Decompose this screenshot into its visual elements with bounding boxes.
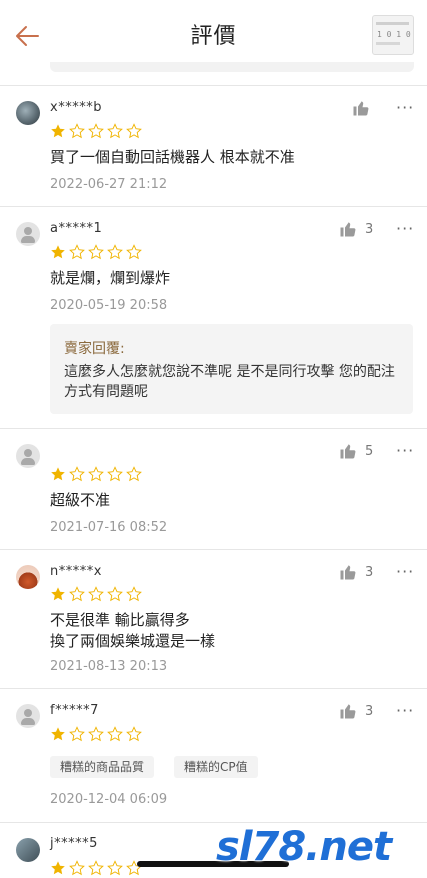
star-rating bbox=[50, 860, 142, 876]
review-text: 買了一個自動回話機器人 根本就不准 bbox=[50, 148, 295, 166]
review-username: a*****1 bbox=[50, 221, 103, 236]
watermark-text: sl78.net bbox=[216, 824, 392, 870]
star-icon bbox=[126, 244, 142, 260]
like-count: 3 bbox=[365, 564, 374, 580]
review-timestamp: 2021-07-16 08:52 bbox=[50, 520, 168, 535]
review-username: n*****x bbox=[50, 564, 102, 579]
star-icon bbox=[69, 726, 85, 742]
star-icon bbox=[88, 466, 104, 482]
star-icon bbox=[69, 586, 85, 602]
star-icon bbox=[69, 860, 85, 876]
like-button[interactable] bbox=[352, 99, 378, 117]
star-icon bbox=[51, 727, 65, 741]
review-text-line: 不是很準 輸比贏得多 bbox=[50, 611, 190, 629]
product-thumbnail-text: 1 0 1 0 bbox=[377, 30, 411, 39]
like-button[interactable]: 3 bbox=[339, 220, 373, 238]
star-icon bbox=[126, 123, 142, 139]
thumbs-up-icon bbox=[340, 444, 356, 459]
page-title: 評價 bbox=[190, 24, 237, 49]
like-count: 3 bbox=[365, 221, 374, 237]
seller-reply: 賣家回覆: 這麼多人怎麼就您說不準呢 是不是同行攻擊 您的配注方式有問題呢 bbox=[50, 324, 413, 414]
star-icon bbox=[107, 466, 123, 482]
product-thumbnail[interactable]: 1 0 1 0 bbox=[372, 15, 414, 55]
thumbs-up-icon bbox=[340, 704, 356, 719]
star-icon bbox=[51, 467, 65, 481]
review-text: 就是爛，爛到爆炸 bbox=[50, 269, 171, 287]
star-icon bbox=[107, 244, 123, 260]
star-icon bbox=[88, 586, 104, 602]
review-text-line: 換了兩個娛樂城還是一樣 bbox=[50, 632, 216, 650]
review-tag: 糟糕的CP值 bbox=[174, 756, 258, 778]
avatar[interactable] bbox=[16, 565, 40, 589]
star-icon bbox=[126, 726, 142, 742]
star-icon bbox=[126, 586, 142, 602]
divider bbox=[0, 549, 427, 550]
star-icon bbox=[107, 726, 123, 742]
star-icon bbox=[126, 466, 142, 482]
star-icon bbox=[107, 123, 123, 139]
thumbs-up-icon bbox=[340, 565, 356, 580]
star-rating bbox=[50, 586, 142, 602]
star-rating bbox=[50, 466, 142, 482]
like-button[interactable]: 3 bbox=[339, 702, 373, 720]
star-icon bbox=[69, 466, 85, 482]
divider bbox=[0, 688, 427, 689]
review-username: x*****b bbox=[50, 100, 102, 115]
review-tag: 糟糕的商品品質 bbox=[50, 756, 155, 778]
thumbs-up-icon bbox=[340, 222, 356, 237]
divider bbox=[0, 85, 427, 86]
star-icon bbox=[88, 726, 104, 742]
review-timestamp: 2020-05-19 20:58 bbox=[50, 298, 168, 313]
star-icon bbox=[51, 587, 65, 601]
like-count: 3 bbox=[365, 703, 374, 719]
divider bbox=[0, 428, 427, 429]
avatar[interactable] bbox=[16, 101, 40, 125]
review-username: f*****7 bbox=[50, 703, 99, 718]
review-username: j*****5 bbox=[50, 836, 98, 851]
like-count: 5 bbox=[365, 443, 374, 459]
previous-item-edge bbox=[50, 62, 414, 72]
star-rating bbox=[50, 123, 142, 139]
more-dots-icon[interactable]: ··· bbox=[396, 564, 414, 580]
divider bbox=[0, 822, 427, 823]
header-bar: 評價 1 0 1 0 bbox=[0, 0, 427, 66]
star-icon bbox=[51, 124, 65, 138]
default-avatar-icon[interactable] bbox=[16, 222, 40, 246]
like-button[interactable]: 5 bbox=[339, 442, 373, 460]
thumbs-up-icon bbox=[353, 101, 369, 116]
star-icon bbox=[51, 861, 65, 875]
divider bbox=[0, 206, 427, 207]
review-timestamp: 2021-08-13 20:13 bbox=[50, 659, 168, 674]
more-dots-icon[interactable]: ··· bbox=[396, 221, 414, 237]
seller-reply-text: 這麼多人怎麼就您說不準呢 是不是同行攻擊 您的配注方式有問題呢 bbox=[64, 364, 395, 400]
star-icon bbox=[88, 860, 104, 876]
star-rating bbox=[50, 244, 142, 260]
star-icon bbox=[88, 244, 104, 260]
avatar[interactable] bbox=[16, 838, 40, 862]
star-icon bbox=[88, 123, 104, 139]
review-timestamp: 2020-12-04 06:09 bbox=[50, 792, 168, 807]
review-text: 超級不准 bbox=[50, 491, 111, 509]
default-avatar-icon[interactable] bbox=[16, 704, 40, 728]
star-icon bbox=[51, 245, 65, 259]
more-dots-icon[interactable]: ··· bbox=[396, 443, 414, 459]
more-dots-icon[interactable]: ··· bbox=[396, 100, 414, 116]
star-icon bbox=[69, 244, 85, 260]
seller-reply-label: 賣家回覆: bbox=[64, 341, 125, 357]
review-timestamp: 2022-06-27 21:12 bbox=[50, 177, 168, 192]
default-avatar-icon[interactable] bbox=[16, 444, 40, 468]
like-button[interactable]: 3 bbox=[339, 563, 373, 581]
star-icon bbox=[107, 586, 123, 602]
star-rating bbox=[50, 726, 142, 742]
more-dots-icon[interactable]: ··· bbox=[396, 703, 414, 719]
star-icon bbox=[107, 860, 123, 876]
star-icon bbox=[69, 123, 85, 139]
